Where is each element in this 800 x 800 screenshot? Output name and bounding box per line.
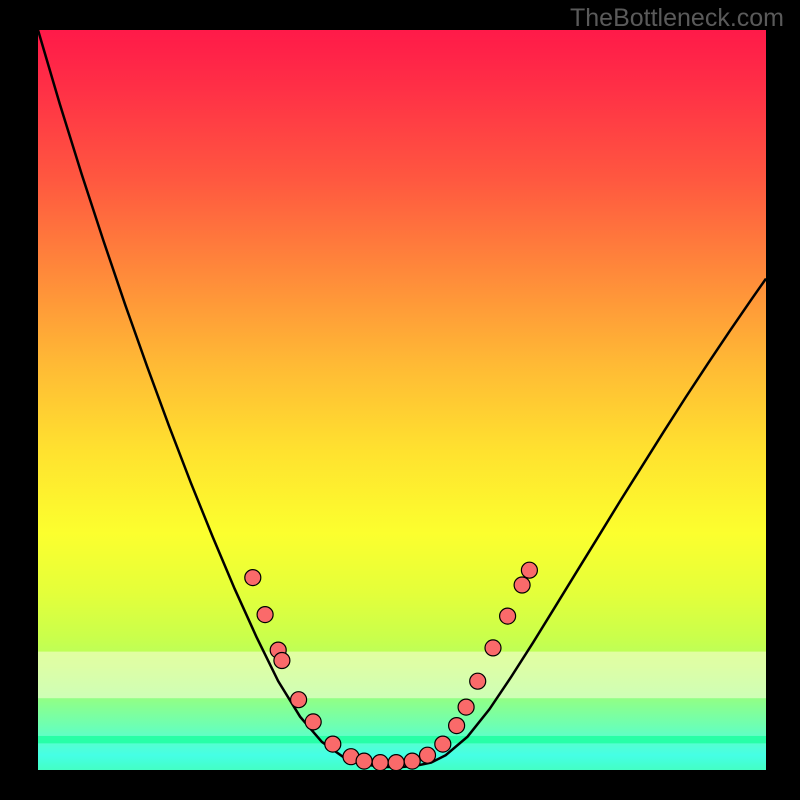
marker-dot (420, 747, 436, 763)
marker-dot (325, 736, 341, 752)
marker-dot (274, 653, 290, 669)
marker-dot (372, 755, 388, 771)
marker-dot (521, 562, 537, 578)
marker-dot (435, 736, 451, 752)
marker-dot (458, 699, 474, 715)
marker-dot (500, 608, 516, 624)
watermark-text: TheBottleneck.com (570, 4, 784, 33)
marker-dot (245, 570, 261, 586)
highlight-band (38, 652, 766, 699)
chart-overlay (0, 0, 800, 800)
marker-dot (305, 714, 321, 730)
marker-dot (356, 753, 372, 769)
marker-dot (514, 577, 530, 593)
marker-dot (404, 753, 420, 769)
highlight-band (38, 736, 766, 743)
chart-container: TheBottleneck.com (0, 0, 800, 800)
marker-dot (470, 673, 486, 689)
marker-dot (485, 640, 501, 656)
marker-dot (291, 692, 307, 708)
marker-dot (449, 718, 465, 734)
marker-dot (388, 755, 404, 771)
marker-dot (257, 607, 273, 623)
